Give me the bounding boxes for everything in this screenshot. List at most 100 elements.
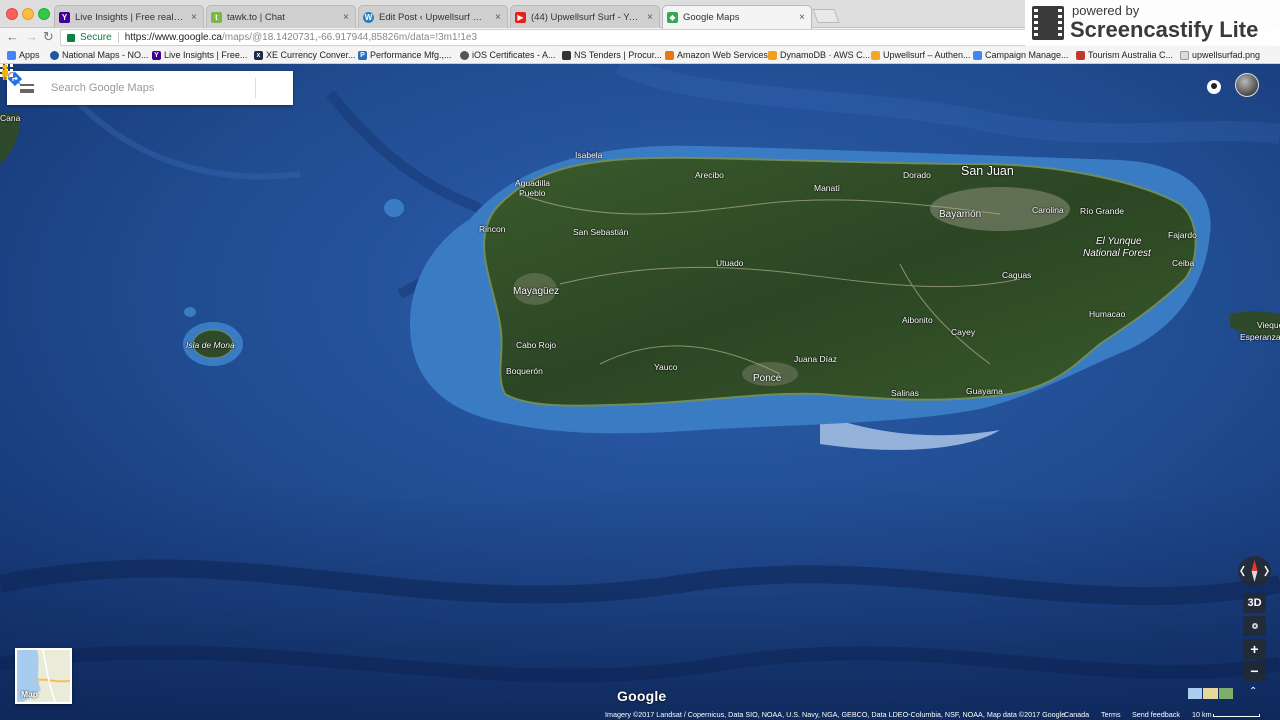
maximize-window-button[interactable] (38, 8, 50, 20)
google-logo: Google (617, 688, 667, 704)
tourism-icon (1076, 50, 1085, 60)
aws-icon (768, 50, 777, 60)
bookmark-dynamodb[interactable]: DynamoDB · AWS C... (768, 50, 870, 60)
tab-youtube[interactable]: ▶ (44) Upwellsurf Surf - YouTube × (510, 5, 660, 28)
place-label[interactable]: Juana Díaz (794, 354, 837, 364)
tab-live-insights[interactable]: Y Live Insights | Free real time v × (54, 5, 204, 28)
place-label[interactable]: Cabo Rojo (516, 340, 556, 350)
bookmark-label: Upwellsurf – Authen... (883, 50, 971, 60)
place-label[interactable]: Cana (0, 113, 20, 123)
film-strip-icon (1032, 6, 1064, 40)
place-label[interactable]: Aguadilla (515, 178, 550, 188)
close-icon[interactable]: × (797, 12, 807, 23)
place-label[interactable]: Salinas (891, 388, 919, 398)
search-input[interactable] (51, 80, 221, 96)
compass-control[interactable] (1238, 556, 1271, 586)
zoom-in-button[interactable]: + (1243, 639, 1266, 659)
place-label[interactable]: Isla de Mona (186, 340, 235, 350)
tab-title: Edit Post ‹ Upwellsurf — Word (379, 11, 489, 23)
tilt-3d-button[interactable]: 3D (1243, 593, 1266, 613)
bookmark-national-maps[interactable]: National Maps - NO... (50, 50, 149, 60)
place-label[interactable]: Boquerón (506, 366, 543, 376)
bookmark-folder-icon (871, 50, 880, 60)
expand-icon[interactable]: ⌃ (1249, 686, 1257, 697)
pegman-icon[interactable] (0, 64, 10, 80)
bookmark-upwellsurfad[interactable]: upwellsurfad.png (1180, 50, 1260, 60)
place-label[interactable]: San Sebastián (573, 227, 628, 237)
place-label[interactable]: Ponce (753, 373, 781, 384)
tab-tawk[interactable]: t tawk.to | Chat × (206, 5, 356, 28)
bookmark-xe[interactable]: x XE Currency Conver... (254, 50, 356, 60)
place-label[interactable]: Yauco (654, 362, 677, 372)
place-label[interactable]: Fajardo (1168, 230, 1197, 240)
place-label[interactable]: Arecibo (695, 170, 724, 180)
place-label[interactable]: Cayey (951, 327, 975, 337)
xe-icon: x (254, 50, 263, 60)
place-label[interactable]: Ceiba (1172, 258, 1194, 268)
place-label[interactable]: Río Grande (1080, 206, 1124, 216)
bookmark-campaign[interactable]: Campaign Manage... (973, 50, 1069, 60)
place-label[interactable]: Bayamón (939, 209, 981, 220)
close-icon[interactable]: × (341, 12, 351, 23)
layer-thumb[interactable] (1203, 688, 1218, 699)
watermark-brand: Screencastify Lite (1070, 17, 1259, 42)
forward-arrow-icon[interactable]: → (25, 29, 38, 45)
layers-thumbnails[interactable] (1188, 688, 1233, 699)
close-window-button[interactable] (6, 8, 18, 20)
place-label[interactable]: Aibonito (902, 315, 933, 325)
bookmark-aws[interactable]: Amazon Web Services (665, 50, 768, 60)
place-label[interactable]: Vieque (1257, 320, 1280, 330)
new-tab-button[interactable] (812, 9, 840, 23)
bookmark-apps[interactable]: Apps (7, 50, 40, 60)
bookmark-label: iOS Certificates - A... (472, 50, 556, 60)
place-label[interactable]: Pueblo (519, 188, 545, 198)
bookmark-ios-certs[interactable]: iOS Certificates - A... (460, 50, 556, 60)
bookmark-performance[interactable]: P Performance Mfg.,... (358, 50, 452, 60)
bookmark-label: National Maps - NO... (62, 50, 149, 60)
bookmark-upwellsurf[interactable]: Upwellsurf – Authen... (871, 50, 971, 60)
close-icon[interactable]: × (189, 12, 199, 23)
place-label[interactable]: National Forest (1083, 248, 1151, 259)
bookmark-ns-tenders[interactable]: NS Tenders | Procur... (562, 50, 662, 60)
zoom-out-button[interactable]: − (1243, 661, 1266, 681)
place-label[interactable]: Isabela (575, 150, 602, 160)
bookmark-live-insights[interactable]: Y Live Insights | Free... (152, 50, 247, 60)
place-label[interactable]: Dorado (903, 170, 931, 180)
terms-link[interactable]: Terms (1101, 710, 1121, 719)
place-label[interactable]: Esperanza (1240, 332, 1280, 342)
close-icon[interactable]: × (493, 12, 503, 23)
place-label[interactable]: Carolina (1032, 205, 1064, 215)
map-type-toggle[interactable]: Map (15, 648, 72, 704)
my-location-button[interactable] (1243, 616, 1266, 636)
place-label[interactable]: Manatí (814, 183, 840, 193)
back-arrow-icon[interactable]: ← (6, 29, 19, 45)
place-label[interactable]: Rincon (479, 224, 505, 234)
avatar[interactable] (1235, 73, 1259, 97)
map-canvas[interactable]: Cana Isabela Aguadilla Pueblo Rincon San… (0, 64, 1280, 720)
place-label[interactable]: Humacao (1089, 309, 1125, 319)
bookmark-tourism[interactable]: Tourism Australia C... (1076, 50, 1173, 60)
layer-thumb[interactable] (1218, 688, 1233, 699)
place-label[interactable]: San Juan (961, 164, 1014, 178)
aws-icon (665, 50, 674, 60)
place-label[interactable]: Guayama (966, 386, 1003, 396)
file-icon (1180, 50, 1189, 60)
feedback-link[interactable]: Send feedback (1132, 710, 1180, 719)
minimize-window-button[interactable] (22, 8, 34, 20)
layer-thumb[interactable] (1188, 688, 1203, 699)
notification-icon[interactable] (1207, 80, 1221, 94)
bookmark-label: upwellsurfad.png (1192, 50, 1261, 60)
place-label[interactable]: Caguas (1002, 270, 1031, 280)
place-label[interactable]: Utuado (716, 258, 743, 268)
yahoo-icon: Y (59, 11, 70, 23)
tab-google-maps[interactable]: ◆ Google Maps × (662, 5, 812, 29)
place-label[interactable]: Mayagüez (513, 286, 559, 297)
tab-title: Live Insights | Free real time v (75, 11, 185, 23)
bookmark-label: NS Tenders | Procur... (574, 50, 662, 60)
tab-wordpress[interactable]: W Edit Post ‹ Upwellsurf — Word × (358, 5, 508, 28)
close-icon[interactable]: × (645, 12, 655, 23)
place-label[interactable]: El Yunque (1096, 236, 1142, 247)
reload-icon[interactable]: ↻ (43, 29, 54, 45)
noaa-icon (50, 50, 59, 60)
region-link[interactable]: Canada (1064, 710, 1089, 719)
